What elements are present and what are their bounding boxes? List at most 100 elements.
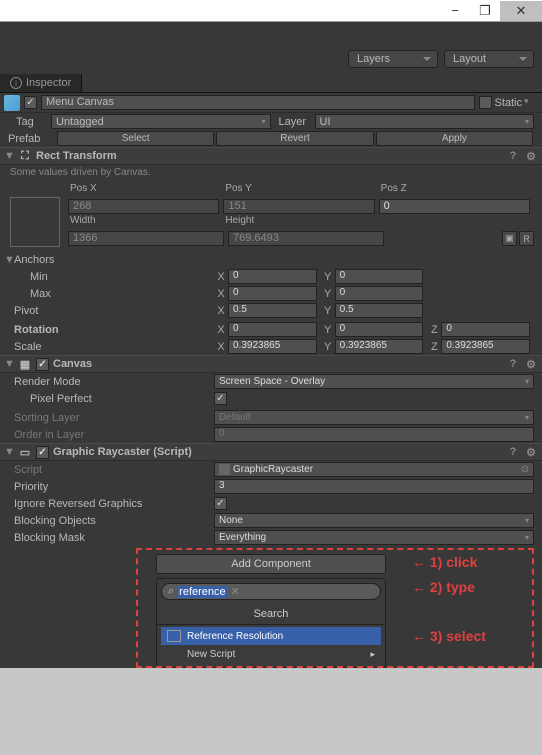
render-mode-dropdown[interactable]: Screen Space - Overlay (214, 374, 534, 389)
gear-icon[interactable]: ⚙ (524, 357, 538, 371)
toolbar: Layers Layout (0, 22, 542, 74)
prefab-apply-button[interactable]: Apply (376, 131, 533, 146)
pixel-perfect-checkbox[interactable]: ✓ (214, 392, 227, 405)
gear-icon[interactable]: ⚙ (524, 149, 538, 163)
rect-body: Pos X Pos Y Pos Z 268 151 0 Width Height… (0, 181, 542, 251)
active-checkbox[interactable]: ✓ (24, 96, 37, 109)
tag-label: Tag (16, 116, 51, 128)
rot-z-input[interactable]: 0 (441, 322, 530, 337)
anchors-label: Anchors (14, 254, 214, 266)
help-icon[interactable]: ? (506, 149, 520, 163)
foldout-icon[interactable]: ▼ (4, 358, 14, 370)
max-y-input[interactable]: 0 (335, 286, 424, 301)
posy-input[interactable]: 151 (223, 199, 374, 214)
tag-layer-row: Tag Untagged Layer UI (0, 113, 542, 130)
tab-label: Inspector (26, 77, 71, 89)
clear-icon[interactable]: ✕ (231, 585, 240, 598)
layer-dropdown[interactable]: UI (315, 114, 535, 129)
prefab-revert-button[interactable]: Revert (216, 131, 373, 146)
script-field[interactable]: GraphicRaycaster (214, 462, 534, 477)
blocking-objects-label: Blocking Objects (14, 515, 214, 527)
static-checkbox[interactable] (479, 96, 492, 109)
blocking-mask-label: Blocking Mask (14, 532, 214, 544)
component-raycaster-header[interactable]: ▼ ▭ ✓ Graphic Raycaster (Script) ? ⚙ (0, 443, 542, 461)
posx-input[interactable]: 268 (68, 199, 219, 214)
minimize-button[interactable]: − (440, 1, 470, 21)
search-input[interactable]: reference (178, 586, 226, 598)
blueprint-mode-button[interactable]: ▣ (502, 231, 517, 246)
anchors-row[interactable]: ▼ Anchors (0, 251, 542, 268)
rot-y-input[interactable]: 0 (335, 322, 424, 337)
min-label: Min (14, 271, 214, 283)
gear-icon[interactable]: ⚙ (524, 445, 538, 459)
foldout-icon[interactable]: ▼ (4, 254, 14, 266)
posy-label: Pos Y (223, 183, 378, 199)
object-name-field[interactable]: Menu Canvas (41, 95, 475, 110)
component-rect-transform-header[interactable]: ▼ ⛶ Rect Transform ? ⚙ (0, 147, 542, 165)
width-label: Width (68, 215, 223, 231)
component-item-icon (167, 630, 181, 642)
posz-input[interactable]: 0 (379, 199, 530, 214)
raycaster-enabled-checkbox[interactable]: ✓ (36, 446, 49, 459)
help-icon[interactable]: ? (506, 445, 520, 459)
priority-input[interactable]: 3 (214, 479, 534, 494)
script-icon: ▭ (18, 445, 32, 459)
annotation-2: ← 2) type (412, 579, 475, 595)
component-canvas-header[interactable]: ▼ ▦ ✓ Canvas ? ⚙ (0, 355, 542, 373)
tab-inspector[interactable]: i Inspector (0, 74, 82, 92)
static-toggle[interactable]: Static ▾ (479, 96, 538, 110)
posx-label: Pos X (68, 183, 223, 199)
height-input[interactable]: 769.6493 (228, 231, 384, 246)
foldout-icon[interactable]: ▼ (4, 150, 14, 162)
popup-item-reference-resolution[interactable]: Reference Resolution (161, 627, 381, 645)
sorting-layer-dropdown[interactable]: Default (214, 410, 534, 425)
annotation-1: ← 1) click (412, 554, 477, 570)
close-button[interactable]: ✕ (500, 1, 542, 21)
search-box[interactable]: ⌕ reference ✕ (161, 583, 381, 600)
prefab-select-button[interactable]: Select (57, 131, 214, 146)
window-chrome: − ❐ ✕ (0, 0, 542, 22)
gameobject-icon[interactable] (4, 95, 20, 111)
width-input[interactable]: 1366 (68, 231, 224, 246)
ignore-reversed-checkbox[interactable]: ✓ (214, 497, 227, 510)
annotation-3: ← 3) select (412, 628, 486, 644)
popup-item-new-script[interactable]: New Script (161, 645, 381, 663)
add-component-button[interactable]: Add Component (156, 554, 386, 574)
pivot-x-input[interactable]: 0.5 (228, 303, 317, 318)
inspector-panel: ✓ Menu Canvas Static ▾ Tag Untagged Laye… (0, 93, 542, 668)
prefab-label: Prefab (4, 133, 56, 145)
layers-dropdown[interactable]: Layers (348, 50, 438, 68)
add-component-area: ← 1) click ← 2) type ← 3) select Add Com… (0, 546, 542, 668)
scale-x-input[interactable]: 0.3923865 (228, 339, 317, 354)
max-x-input[interactable]: 0 (228, 286, 317, 301)
anchor-preset-button[interactable] (10, 197, 60, 247)
search-icon: ⌕ (168, 585, 174, 598)
foldout-icon[interactable]: ▼ (4, 446, 14, 458)
min-x-input[interactable]: 0 (228, 269, 317, 284)
scale-y-input[interactable]: 0.3923865 (335, 339, 424, 354)
tab-bar: i Inspector (0, 74, 542, 93)
scale-z-input[interactable]: 0.3923865 (441, 339, 530, 354)
prefab-row: Prefab Select Revert Apply (0, 130, 542, 147)
rect-hint: Some values driven by Canvas. (0, 165, 542, 181)
layout-dropdown[interactable]: Layout (444, 50, 534, 68)
raw-edit-button[interactable]: R (519, 231, 534, 246)
rot-x-input[interactable]: 0 (228, 322, 317, 337)
tag-dropdown[interactable]: Untagged (51, 114, 271, 129)
scale-label: Scale (14, 341, 214, 353)
render-mode-label: Render Mode (14, 376, 214, 388)
rect-transform-icon: ⛶ (18, 149, 32, 163)
order-input[interactable]: 0 (214, 427, 534, 442)
blocking-mask-dropdown[interactable]: Everything (214, 530, 534, 545)
canvas-enabled-checkbox[interactable]: ✓ (36, 358, 49, 371)
ignore-reversed-label: Ignore Reversed Graphics (14, 498, 214, 510)
layer-label: Layer (271, 116, 315, 128)
maximize-button[interactable]: ❐ (470, 1, 500, 21)
blocking-objects-dropdown[interactable]: None (214, 513, 534, 528)
script-label: Script (14, 464, 214, 476)
pivot-label: Pivot (14, 305, 214, 317)
min-y-input[interactable]: 0 (335, 269, 424, 284)
pivot-y-input[interactable]: 0.5 (335, 303, 424, 318)
static-dropdown-icon[interactable]: ▾ (524, 96, 538, 110)
help-icon[interactable]: ? (506, 357, 520, 371)
